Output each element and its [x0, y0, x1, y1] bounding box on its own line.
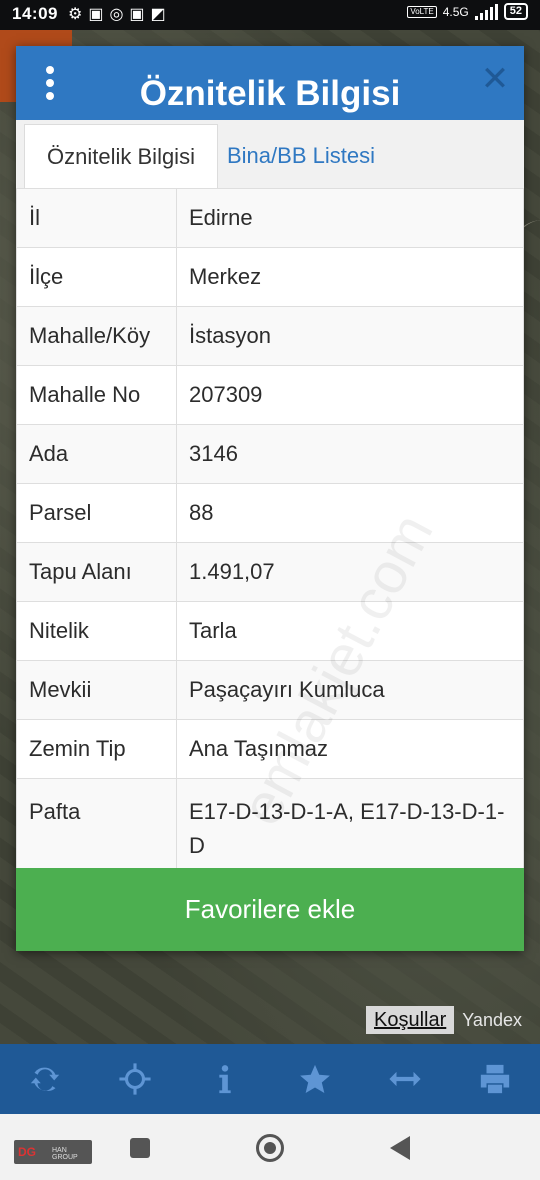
row-key: İlçe: [16, 247, 177, 307]
table-row: Mevkii Paşaçayırı Kumluca: [16, 660, 524, 720]
refresh-icon[interactable]: [20, 1054, 70, 1104]
row-key: Mevkii: [16, 660, 177, 720]
table-row: Mahalle/Köy İstasyon: [16, 306, 524, 366]
row-key: Tapu Alanı: [16, 542, 177, 602]
tab-building-list[interactable]: Bina/BB Listesi: [227, 124, 375, 188]
row-value: Edirne: [176, 188, 524, 248]
row-value: 207309: [176, 365, 524, 425]
status-indicators: VoLTE 4.5G 52: [407, 3, 528, 20]
star-icon[interactable]: [290, 1054, 340, 1104]
brand-logo: DG HAN GROUP: [14, 1140, 92, 1164]
network-type: 4.5G: [442, 4, 469, 19]
measure-icon[interactable]: [380, 1054, 430, 1104]
battery-icon: 52: [503, 3, 528, 20]
bottom-toolbar: [0, 1044, 540, 1114]
close-icon[interactable]: ✕: [480, 62, 510, 96]
row-value: 88: [176, 483, 524, 543]
status-bar: 14:09 ⚙▣◎▣◩ VoLTE 4.5G 52: [0, 0, 540, 30]
row-key: Nitelik: [16, 601, 177, 661]
row-key: İl: [16, 188, 177, 248]
locate-icon[interactable]: [110, 1054, 160, 1104]
system-navbar: DG HAN GROUP: [0, 1114, 540, 1180]
table-row: Ada 3146: [16, 424, 524, 484]
row-key: Mahalle/Köy: [16, 306, 177, 366]
row-key: Mahalle No: [16, 365, 177, 425]
terms-link[interactable]: Koşullar: [366, 1006, 455, 1034]
dialog-header: Öznitelik Bilgisi ✕: [16, 46, 524, 120]
map-credits: Koşullar Yandex: [366, 1006, 522, 1034]
table-row: Nitelik Tarla: [16, 601, 524, 661]
row-key: Parsel: [16, 483, 177, 543]
table-row: İlçe Merkez: [16, 247, 524, 307]
info-icon[interactable]: [200, 1054, 250, 1104]
table-row: Parsel 88: [16, 483, 524, 543]
home-button[interactable]: [256, 1134, 284, 1162]
recent-apps-button[interactable]: [130, 1138, 150, 1158]
dialog-title: Öznitelik Bilgisi: [139, 74, 401, 113]
tab-bar: Öznitelik Bilgisi Bina/BB Listesi: [16, 120, 524, 189]
row-value: 3146: [176, 424, 524, 484]
row-key: Ada: [16, 424, 177, 484]
row-value: İstasyon: [176, 306, 524, 366]
print-icon[interactable]: [470, 1054, 520, 1104]
row-value: Merkez: [176, 247, 524, 307]
add-favorite-button[interactable]: Favorilere ekle: [16, 868, 524, 951]
status-time: 14:09: [12, 4, 58, 23]
table-row: Tapu Alanı 1.491,07: [16, 542, 524, 602]
volte-badge: VoLTE: [407, 5, 437, 18]
tab-attributes[interactable]: Öznitelik Bilgisi: [24, 124, 218, 188]
row-value: Ana Taşınmaz: [176, 719, 524, 779]
back-button[interactable]: [390, 1136, 410, 1160]
attribute-dialog: Öznitelik Bilgisi ✕ Öznitelik Bilgisi Bi…: [16, 46, 524, 951]
table-row: İl Edirne: [16, 188, 524, 248]
row-key: Zemin Tip: [16, 719, 177, 779]
signal-icon: [474, 3, 498, 20]
notification-icons: ⚙▣◎▣◩: [68, 6, 172, 23]
map-provider-label: Yandex: [462, 1009, 522, 1030]
table-row: Mahalle No 207309: [16, 365, 524, 425]
